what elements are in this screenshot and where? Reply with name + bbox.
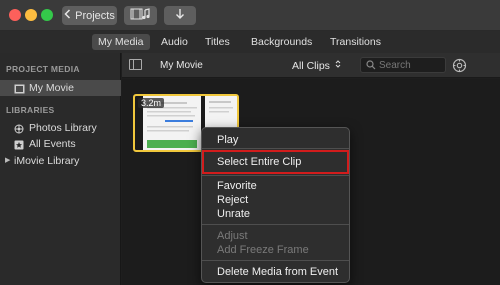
sidebar-item-my-movie[interactable]: My Movie xyxy=(0,80,121,96)
settings-gear-icon[interactable] xyxy=(452,58,467,73)
toggle-sidebar-icon[interactable] xyxy=(129,59,142,70)
zoom-window-button[interactable] xyxy=(41,9,53,21)
libraries-sidebar: PROJECT MEDIA My Movie LIBRARIES Photos … xyxy=(0,53,121,285)
search-placeholder: Search xyxy=(379,60,411,71)
clip-filter-label: All Clips xyxy=(292,60,330,72)
menu-item-adjust: Adjust xyxy=(217,230,248,242)
import-arrow-icon xyxy=(175,8,185,23)
sidebar-item-label: Photos Library xyxy=(29,122,97,134)
search-icon xyxy=(366,60,376,73)
clip-duration-badge: 3.2m xyxy=(138,98,165,108)
film-icon xyxy=(14,83,25,94)
sidebar-item-label: All Events xyxy=(29,138,76,150)
media-tab-bar: My Media Audio Titles Backgrounds Transi… xyxy=(0,31,500,53)
tab-my-media[interactable]: My Media xyxy=(92,34,150,50)
photos-icon xyxy=(14,123,24,134)
menu-item-add-freeze-frame: Add Freeze Frame xyxy=(217,244,309,256)
disclosure-triangle-icon[interactable]: ▶ xyxy=(5,153,10,169)
clip-filter-select[interactable]: All Clips xyxy=(292,59,341,72)
libraries-header: LIBRARIES xyxy=(6,105,55,115)
sidebar-item-label: My Movie xyxy=(29,82,74,94)
menu-item-reject[interactable]: Reject xyxy=(217,194,248,206)
menu-separator xyxy=(202,260,349,261)
updown-chevron-icon xyxy=(335,60,341,72)
browser-title: My Movie xyxy=(160,60,203,71)
tab-backgrounds[interactable]: Backgrounds xyxy=(245,34,318,50)
menu-item-select-entire-clip[interactable]: Select Entire Clip xyxy=(217,156,301,168)
clip-context-menu: Play Select Entire Clip Favorite Reject … xyxy=(201,127,350,283)
tab-transitions[interactable]: Transitions xyxy=(324,34,387,50)
menu-item-favorite[interactable]: Favorite xyxy=(217,180,257,192)
projects-back-button[interactable]: Projects xyxy=(62,6,117,25)
project-media-header: PROJECT MEDIA xyxy=(6,64,80,74)
sidebar-item-photos-library[interactable]: Photos Library xyxy=(0,120,121,136)
projects-back-label: Projects xyxy=(75,9,115,22)
search-field[interactable]: Search xyxy=(360,57,446,73)
close-window-button[interactable] xyxy=(9,9,21,21)
sidebar-item-label: iMovie Library xyxy=(14,155,80,167)
menu-separator xyxy=(202,148,349,149)
menu-separator xyxy=(202,175,349,176)
sidebar-item-imovie-library[interactable]: ▶ iMovie Library xyxy=(0,153,121,169)
menu-item-unrate[interactable]: Unrate xyxy=(217,208,250,220)
media-browser-icon xyxy=(130,8,152,23)
browser-toolbar: My Movie All Clips Search xyxy=(122,53,500,78)
sidebar-item-all-events[interactable]: All Events xyxy=(0,136,121,152)
tab-titles[interactable]: Titles xyxy=(199,34,236,50)
tab-audio[interactable]: Audio xyxy=(155,34,194,50)
menu-separator xyxy=(202,224,349,225)
menu-item-delete-media-from-event[interactable]: Delete Media from Event xyxy=(217,266,338,278)
minimize-window-button[interactable] xyxy=(25,9,37,21)
menu-item-play[interactable]: Play xyxy=(217,134,238,146)
star-icon xyxy=(14,139,24,150)
import-button[interactable] xyxy=(164,6,196,25)
media-browser-button[interactable] xyxy=(124,6,157,25)
chevron-left-icon xyxy=(64,9,71,22)
title-bar: Projects xyxy=(0,0,500,31)
